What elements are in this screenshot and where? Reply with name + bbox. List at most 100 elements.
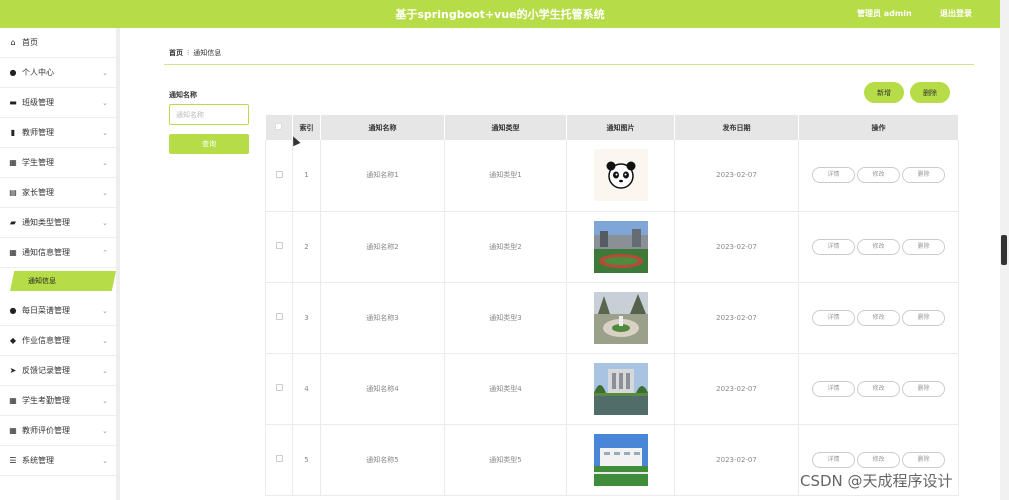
cell-image [566, 353, 675, 425]
detail-button[interactable]: 详情 [812, 451, 855, 468]
column-header-name: 通知名称 [320, 115, 445, 140]
detail-button[interactable]: 详情 [812, 238, 855, 255]
detail-button[interactable]: 详情 [812, 309, 855, 326]
cell-index: 5 [292, 424, 321, 496]
cell-index: 4 [292, 353, 321, 425]
home-icon: ⌂ [10, 38, 16, 47]
breadcrumb-home[interactable]: 首页 [169, 49, 183, 57]
cell-date: 2023-02-07 [674, 353, 799, 425]
admin-label: 管理员 admin [857, 9, 912, 18]
sidebar-item-label: 通知信息管理 [22, 248, 70, 257]
row-delete-button[interactable]: 删除 [902, 451, 945, 468]
sidebar-subitem-notice-info[interactable]: 通知信息 [10, 271, 116, 291]
table-row: 3 通知名称3 通知类型3 2023-02-07 详情 修改 删除 [265, 282, 959, 354]
edit-button[interactable]: 修改 [857, 238, 900, 255]
top-header: 基于springboot+vue的小学生托管系统 管理员 admin 退出登录 [0, 0, 1000, 28]
row-delete-button[interactable]: 删除 [902, 309, 945, 326]
sidebar-item-label: 学生管理 [22, 158, 54, 167]
cell-name: 通知名称1 [320, 140, 445, 212]
table-row: 4 通知名称4 通知类型4 2023-02-07 详情 修改 删除 [265, 353, 959, 425]
sidebar-item-label: 教师管理 [22, 128, 54, 137]
edit-button[interactable]: 修改 [857, 309, 900, 326]
sidebar-item-label: 个人中心 [22, 68, 54, 77]
sidebar-item-class[interactable]: ▬ 班级管理 ⌄ [0, 88, 116, 118]
row-checkbox-cell [265, 211, 293, 283]
sidebar-item-evaluation[interactable]: ▦ 教师评价管理 ⌄ [0, 416, 116, 446]
cell-actions: 详情 修改 删除 [798, 211, 959, 283]
cell-image [566, 424, 675, 496]
chevron-down-icon: ⌄ [102, 219, 108, 227]
sidebar-item-home[interactable]: ⌂ 首页 [0, 28, 116, 58]
sidebar-item-homework[interactable]: ◆ 作业信息管理 ⌄ [0, 326, 116, 356]
cell-type: 通知类型5 [444, 424, 567, 496]
row-delete-button[interactable]: 删除 [902, 167, 945, 184]
app-title: 基于springboot+vue的小学生托管系统 [395, 8, 605, 21]
row-checkbox-cell [265, 282, 293, 354]
chevron-up-icon: ⌃ [102, 249, 108, 257]
cell-image [566, 140, 675, 212]
building-pond-thumbnail [593, 362, 648, 415]
sidebar-item-label: 作业信息管理 [22, 336, 70, 345]
sidebar-item-teacher[interactable]: ▮ 教师管理 ⌄ [0, 118, 116, 148]
edit-button[interactable]: 修改 [857, 167, 900, 184]
cell-actions: 详情 修改 删除 [798, 140, 959, 212]
column-header-image: 通知图片 [566, 115, 675, 140]
cell-actions: 详情 修改 删除 [798, 282, 959, 354]
cell-date: 2023-02-07 [674, 424, 799, 496]
cell-index: 1 [292, 140, 321, 212]
table-row: 2 通知名称2 通知类型2 2023-02-07 详情 修改 删除 [265, 211, 959, 283]
campus-thumbnail [593, 220, 648, 273]
sidebar-item-label: 班级管理 [22, 98, 54, 107]
row-checkbox-cell [265, 424, 293, 496]
sidebar: ⌂ 首页 ● 个人中心 ⌄ ▬ 班级管理 ⌄ ▮ 教师管理 ⌄ ▦ 学生管理 ⌄… [0, 28, 120, 500]
detail-button[interactable]: 详情 [812, 380, 855, 397]
sidebar-item-label: 每日菜谱管理 [22, 306, 70, 315]
row-checkbox[interactable] [275, 455, 283, 462]
add-button[interactable]: 新增 [864, 82, 904, 103]
row-checkbox[interactable] [275, 313, 283, 320]
row-delete-button[interactable]: 删除 [902, 238, 945, 255]
sidebar-item-notice-info[interactable]: ▦ 通知信息管理 ⌃ [0, 238, 116, 268]
sidebar-item-feedback[interactable]: ➤ 反馈记录管理 ⌄ [0, 356, 116, 386]
cell-name: 通知名称2 [320, 211, 445, 283]
cell-name: 通知名称4 [320, 353, 445, 425]
user-icon: ● [9, 306, 17, 315]
delete-button[interactable]: 删除 [910, 82, 950, 103]
table-header-row: 索引 通知名称 通知类型 通知图片 发布日期 操作 [265, 115, 959, 140]
sliders-icon: ☰ [9, 456, 17, 465]
page-scrollbar[interactable] [1000, 0, 1009, 500]
sidebar-item-system[interactable]: ☰ 系统管理 ⌄ [0, 446, 116, 476]
sidebar-item-attendance[interactable]: ▦ 学生考勤管理 ⌄ [0, 386, 116, 416]
row-checkbox[interactable] [275, 242, 283, 249]
sidebar-item-notice-type[interactable]: ▰ 通知类型管理 ⌄ [0, 208, 116, 238]
sidebar-item-profile[interactable]: ● 个人中心 ⌄ [0, 58, 116, 88]
breadcrumb: 首页 ⁝ 通知信息 [169, 48, 221, 58]
logout-link[interactable]: 退出登录 [940, 8, 972, 19]
chevron-down-icon: ⌄ [102, 99, 108, 107]
sidebar-item-student[interactable]: ▦ 学生管理 ⌄ [0, 148, 116, 178]
sidebar-item-label: 系统管理 [22, 456, 54, 465]
cell-name: 通知名称3 [320, 282, 445, 354]
sidebar-item-parent[interactable]: ▤ 家长管理 ⌄ [0, 178, 116, 208]
pin-icon: ◆ [9, 336, 17, 345]
row-checkbox[interactable] [275, 170, 283, 178]
sidebar-item-label: 家长管理 [22, 188, 54, 197]
chevron-down-icon: ⌄ [102, 189, 108, 197]
clipboard-icon: ▮ [10, 128, 16, 137]
edit-button[interactable]: 修改 [857, 380, 900, 397]
edit-button[interactable]: 修改 [857, 451, 900, 468]
search-input[interactable] [169, 104, 249, 125]
sidebar-item-label: 通知类型管理 [22, 218, 70, 227]
grid-icon: ▦ [9, 248, 17, 257]
chevron-down-icon: ⌄ [102, 337, 108, 345]
detail-button[interactable]: 详情 [812, 167, 855, 184]
select-all-checkbox[interactable] [275, 123, 283, 130]
row-checkbox[interactable] [275, 384, 283, 391]
cell-date: 2023-02-07 [674, 211, 799, 283]
cell-image [566, 282, 675, 354]
sidebar-item-menu[interactable]: ● 每日菜谱管理 ⌄ [0, 296, 116, 326]
row-delete-button[interactable]: 删除 [902, 380, 945, 397]
search-button[interactable]: 查询 [169, 134, 249, 154]
scrollbar-thumb[interactable] [1001, 235, 1007, 265]
breadcrumb-separator: ⁝ [187, 49, 190, 57]
